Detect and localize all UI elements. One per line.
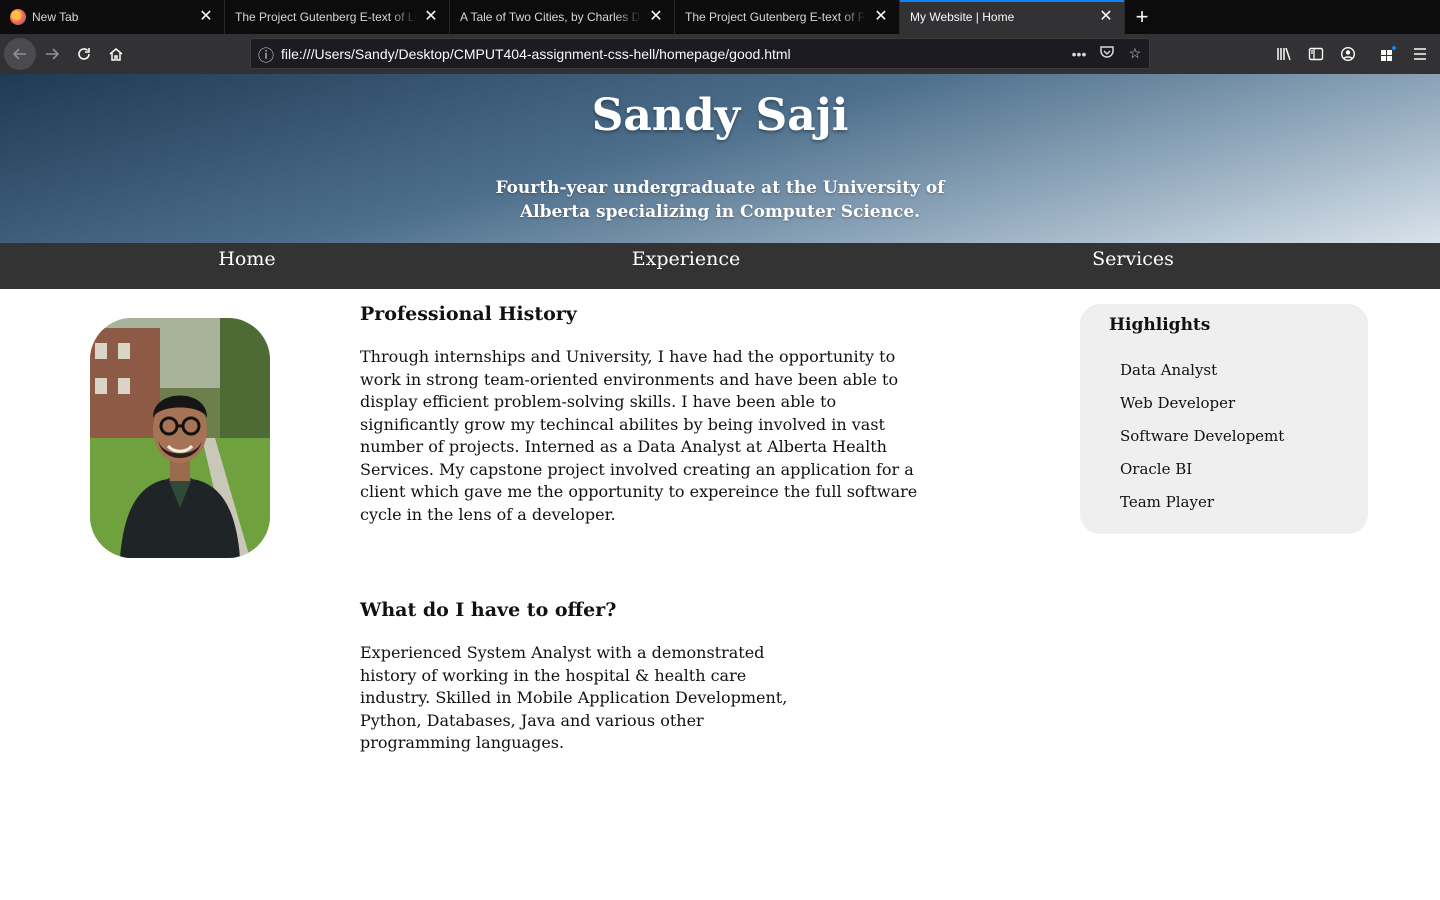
nav-link-experience[interactable]: Experience: [632, 248, 741, 270]
close-icon[interactable]: ✕: [873, 9, 889, 25]
nav-link-home[interactable]: Home: [218, 248, 275, 270]
close-icon[interactable]: ✕: [648, 9, 664, 25]
page-actions-icon[interactable]: •••: [1065, 46, 1093, 62]
bookmark-star-icon[interactable]: ☆: [1121, 45, 1149, 62]
url-bar[interactable]: ⓘ file:///Users/Sandy/Desktop/CMPUT404-a…: [250, 38, 1150, 69]
tab-frankenstein[interactable]: The Project Gutenberg E-text of Frankens…: [675, 0, 900, 34]
pocket-icon[interactable]: [1093, 44, 1121, 63]
toolbar-right: [1268, 38, 1436, 70]
info-icon[interactable]: ⓘ: [251, 42, 281, 66]
forward-button[interactable]: [36, 38, 68, 70]
tab-new-tab[interactable]: New Tab ✕: [0, 0, 225, 34]
menu-icon[interactable]: [1404, 38, 1436, 70]
firefox-icon: [10, 9, 26, 25]
url-text[interactable]: file:///Users/Sandy/Desktop/CMPUT404-ass…: [281, 46, 1065, 62]
list-item: Oracle BI: [1120, 460, 1193, 478]
close-icon[interactable]: ✕: [423, 9, 439, 25]
site-nav: Home Experience Services: [0, 243, 1440, 289]
highlights-title: Highlights: [1109, 315, 1211, 335]
extensions-icon[interactable]: [1372, 38, 1404, 70]
tab-my-website[interactable]: My Website | Home ✕: [900, 0, 1125, 34]
list-item: Software Developemt: [1120, 427, 1285, 445]
list-item: Data Analyst: [1120, 361, 1218, 379]
tab-tale-of-two-cities[interactable]: A Tale of Two Cities, by Charles Dickens…: [450, 0, 675, 34]
tab-strip: New Tab ✕ The Project Gutenberg E-text o…: [0, 0, 1440, 34]
reload-button[interactable]: [68, 38, 100, 70]
site-name: Sandy Saji: [591, 90, 849, 141]
tab-title: My Website | Home: [910, 10, 1015, 24]
list-item: Team Player: [1120, 493, 1215, 511]
close-icon[interactable]: ✕: [1098, 9, 1114, 25]
main-content: Professional History Through internships…: [360, 300, 940, 755]
home-icon: [109, 48, 123, 61]
new-tab-button[interactable]: +: [1125, 0, 1159, 34]
reload-icon: [78, 48, 90, 60]
account-icon[interactable]: [1332, 38, 1364, 70]
profile-photo: [90, 318, 270, 558]
section-body: Experienced System Analyst with a demons…: [360, 643, 788, 752]
tab-title: The Project Gutenberg E-text of Frankens…: [685, 10, 867, 24]
page-content: Sandy Saji Fourth-year undergraduate at …: [0, 74, 1440, 900]
tab-title: The Project Gutenberg E-text of Little W…: [235, 10, 417, 24]
site-header: Sandy Saji Fourth-year undergraduate at …: [0, 74, 1440, 243]
tab-title: New Tab: [32, 10, 79, 24]
tab-title: A Tale of Two Cities, by Charles Dickens: [460, 10, 642, 24]
forward-arrow-icon: [46, 48, 60, 60]
back-button[interactable]: [4, 38, 36, 70]
library-icon[interactable]: [1268, 38, 1300, 70]
home-button[interactable]: [100, 38, 132, 70]
section-heading: What do I have to offer?: [360, 599, 617, 621]
highlights-list: Data Analyst Web Developer Software Deve…: [1120, 354, 1284, 519]
highlights-panel: Highlights Data Analyst Web Developer So…: [1080, 304, 1368, 534]
close-icon[interactable]: ✕: [198, 9, 214, 25]
sidebar-icon[interactable]: [1300, 38, 1332, 70]
nav-toolbar: ⓘ file:///Users/Sandy/Desktop/CMPUT404-a…: [0, 34, 1440, 74]
back-arrow-icon: [12, 48, 26, 60]
section-body: Through internships and University, I ha…: [360, 347, 918, 524]
site-tagline: Fourth-year undergraduate at the Univers…: [495, 178, 945, 222]
nav-link-services[interactable]: Services: [1092, 248, 1174, 270]
list-item: Web Developer: [1120, 394, 1236, 412]
section-heading: Professional History: [360, 303, 577, 325]
tab-little-women[interactable]: The Project Gutenberg E-text of Little W…: [225, 0, 450, 34]
